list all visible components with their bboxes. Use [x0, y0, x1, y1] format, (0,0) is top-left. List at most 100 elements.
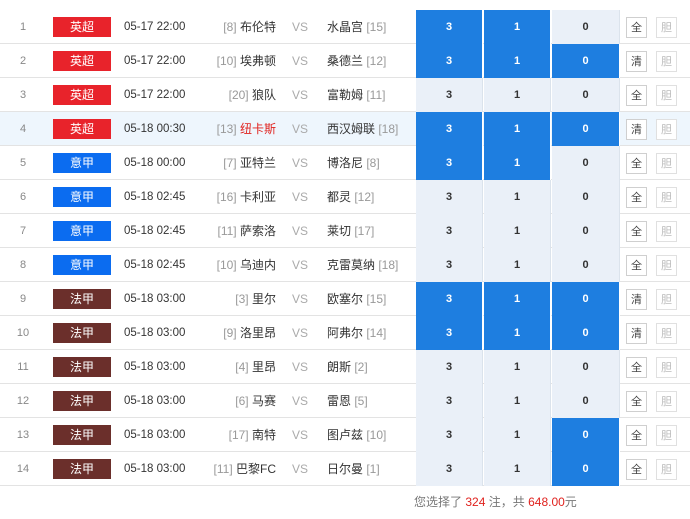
select-all-button[interactable]: 全 — [626, 255, 647, 276]
odds-draw-cell[interactable]: 1 — [484, 248, 551, 282]
select-all-button[interactable]: 全 — [626, 17, 647, 38]
odds-draw-cell[interactable]: 1 — [484, 384, 551, 418]
odds-win-cell[interactable]: 3 — [416, 316, 483, 350]
odds-win-cell[interactable]: 3 — [416, 248, 483, 282]
odds-win-cell[interactable]: 3 — [416, 384, 483, 418]
away-team: 富勒姆 [11] — [327, 78, 417, 112]
select-all-button[interactable]: 全 — [626, 425, 647, 446]
clear-button[interactable]: 清 — [626, 323, 647, 344]
odds-lose-cell[interactable]: 0 — [552, 10, 620, 44]
banker-button[interactable]: 胆 — [656, 323, 677, 344]
odds-lose-cell[interactable]: 0 — [552, 350, 620, 384]
home-rank: [8] — [223, 20, 240, 34]
select-all-button[interactable]: 全 — [626, 187, 647, 208]
banker-button[interactable]: 胆 — [656, 357, 677, 378]
odds-draw-cell[interactable]: 1 — [484, 112, 551, 146]
match-row: 11 法甲 05-18 03:00 [4] 里昂 VS 朗斯 [2] 3 1 0 全胆 — [0, 350, 690, 384]
home-rank: [7] — [223, 156, 240, 170]
banker-button[interactable]: 胆 — [656, 51, 677, 72]
match-row: 7 意甲 05-18 02:45 [11] 萨索洛 VS 莱切 [17] 3 1 0 全胆 — [0, 214, 690, 248]
away-team: 桑德兰 [12] — [327, 44, 417, 78]
banker-button[interactable]: 胆 — [656, 187, 677, 208]
vs-label: VS — [291, 156, 308, 170]
away-team-name: 西汉姆联 — [327, 122, 379, 136]
away-rank: [15] — [366, 20, 387, 34]
odds-lose-cell[interactable]: 0 — [552, 248, 620, 282]
odds-lose-cell[interactable]: 0 — [552, 180, 620, 214]
odds-lose-cell[interactable]: 0 — [552, 146, 620, 180]
home-team-name: 狼队 — [251, 88, 276, 102]
away-team: 克雷莫纳 [18] — [327, 248, 417, 282]
select-all-button[interactable]: 全 — [626, 459, 647, 480]
league-badge: 意甲 — [53, 255, 111, 275]
match-number: 11 — [17, 361, 29, 373]
odds-draw-cell[interactable]: 1 — [484, 418, 551, 452]
banker-button[interactable]: 胆 — [656, 459, 677, 480]
select-all-button[interactable]: 全 — [626, 357, 647, 378]
select-all-button[interactable]: 全 — [626, 85, 647, 106]
away-team: 朗斯 [2] — [327, 350, 417, 384]
banker-button[interactable]: 胆 — [656, 391, 677, 412]
banker-button[interactable]: 胆 — [656, 119, 677, 140]
summary-prefix: 您选择了 — [414, 495, 463, 509]
banker-button[interactable]: 胆 — [656, 85, 677, 106]
odds-win-cell[interactable]: 3 — [416, 452, 483, 486]
odds-win-cell[interactable]: 3 — [416, 180, 483, 214]
home-team: [8] 布伦特 — [212, 10, 276, 44]
home-team-name: 里尔 — [251, 292, 276, 306]
match-row: 5 意甲 05-18 00:00 [7] 亚特兰 VS 博洛尼 [8] 3 1 0 全胆 — [0, 146, 690, 180]
odds-draw-cell[interactable]: 1 — [484, 214, 551, 248]
odds-win-cell[interactable]: 3 — [416, 418, 483, 452]
banker-button[interactable]: 胆 — [656, 425, 677, 446]
vs-label: VS — [291, 394, 308, 408]
away-team-name: 水晶宫 — [327, 20, 367, 34]
odds-draw-cell[interactable]: 1 — [484, 350, 551, 384]
odds-win-cell[interactable]: 3 — [416, 10, 483, 44]
odds-lose-cell[interactable]: 0 — [552, 282, 620, 316]
odds-draw-cell[interactable]: 1 — [484, 316, 551, 350]
away-team: 阿弗尔 [14] — [327, 316, 417, 350]
select-all-button[interactable]: 全 — [626, 391, 647, 412]
odds-draw-cell[interactable]: 1 — [484, 452, 551, 486]
odds-draw-cell[interactable]: 1 — [484, 146, 551, 180]
banker-button[interactable]: 胆 — [656, 153, 677, 174]
odds-lose-cell[interactable]: 0 — [552, 418, 620, 452]
clear-button[interactable]: 清 — [626, 119, 647, 140]
odds-win-cell[interactable]: 3 — [416, 214, 483, 248]
clear-button[interactable]: 清 — [626, 51, 647, 72]
select-all-button[interactable]: 全 — [626, 153, 647, 174]
odds-win-cell[interactable]: 3 — [416, 44, 483, 78]
banker-button[interactable]: 胆 — [656, 289, 677, 310]
vs-label: VS — [291, 428, 308, 442]
odds-draw-cell[interactable]: 1 — [484, 180, 551, 214]
odds-draw-cell[interactable]: 1 — [484, 282, 551, 316]
odds-win-cell[interactable]: 3 — [416, 282, 483, 316]
banker-button[interactable]: 胆 — [656, 17, 677, 38]
select-all-button[interactable]: 全 — [626, 221, 647, 242]
odds-lose-cell[interactable]: 0 — [552, 214, 620, 248]
odds-win-cell[interactable]: 3 — [416, 78, 483, 112]
vs-label: VS — [291, 258, 308, 272]
away-team-name: 朗斯 — [327, 360, 355, 374]
match-number: 9 — [19, 293, 27, 305]
match-time: 05-18 03:00 — [124, 327, 186, 339]
odds-lose-cell[interactable]: 0 — [552, 44, 620, 78]
odds-draw-cell[interactable]: 1 — [484, 10, 551, 44]
odds-lose-cell[interactable]: 0 — [552, 112, 620, 146]
vs-label: VS — [291, 190, 308, 204]
home-team: [11] 巴黎FC — [212, 452, 276, 486]
match-number: 10 — [16, 327, 30, 339]
odds-lose-cell[interactable]: 0 — [552, 384, 620, 418]
odds-lose-cell[interactable]: 0 — [552, 78, 620, 112]
banker-button[interactable]: 胆 — [656, 221, 677, 242]
odds-draw-cell[interactable]: 1 — [484, 78, 551, 112]
odds-draw-cell[interactable]: 1 — [484, 44, 551, 78]
odds-win-cell[interactable]: 3 — [416, 146, 483, 180]
home-rank: [11] — [217, 224, 240, 238]
odds-win-cell[interactable]: 3 — [416, 350, 483, 384]
banker-button[interactable]: 胆 — [656, 255, 677, 276]
odds-lose-cell[interactable]: 0 — [552, 316, 620, 350]
odds-lose-cell[interactable]: 0 — [552, 452, 620, 486]
odds-win-cell[interactable]: 3 — [416, 112, 483, 146]
clear-button[interactable]: 清 — [626, 289, 647, 310]
